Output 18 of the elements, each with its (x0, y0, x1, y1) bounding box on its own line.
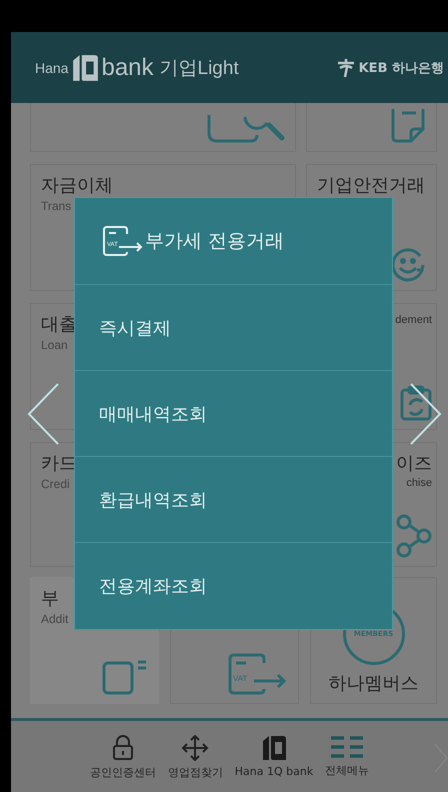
brand-name: bank (101, 54, 154, 82)
tile-title: 이즈 (396, 452, 432, 475)
tile-title: 카드 (41, 452, 77, 475)
tile-subtitle: Trans (41, 199, 72, 213)
tile-title: 부 (41, 587, 59, 610)
bank-name: KEB 하나은행 (358, 60, 444, 76)
tile-title: 대출 (41, 313, 77, 336)
tile-title: 하나멤버스 (328, 672, 418, 695)
tile-subtitle: dement (395, 314, 432, 326)
tile-subtitle: Credi (41, 477, 70, 491)
brand-prefix: Hana (35, 60, 68, 76)
tile-title: 기업안전거래 (317, 174, 425, 197)
tile-title: 자금이체 (41, 174, 113, 197)
popup-title: 부가세 전용거래 (145, 229, 284, 254)
tile-subtitle: chise (406, 477, 432, 489)
tile-subtitle: Addit (41, 612, 68, 626)
brand-suffix: 기업Light (160, 56, 239, 80)
tile-subtitle: Loan (41, 338, 68, 352)
